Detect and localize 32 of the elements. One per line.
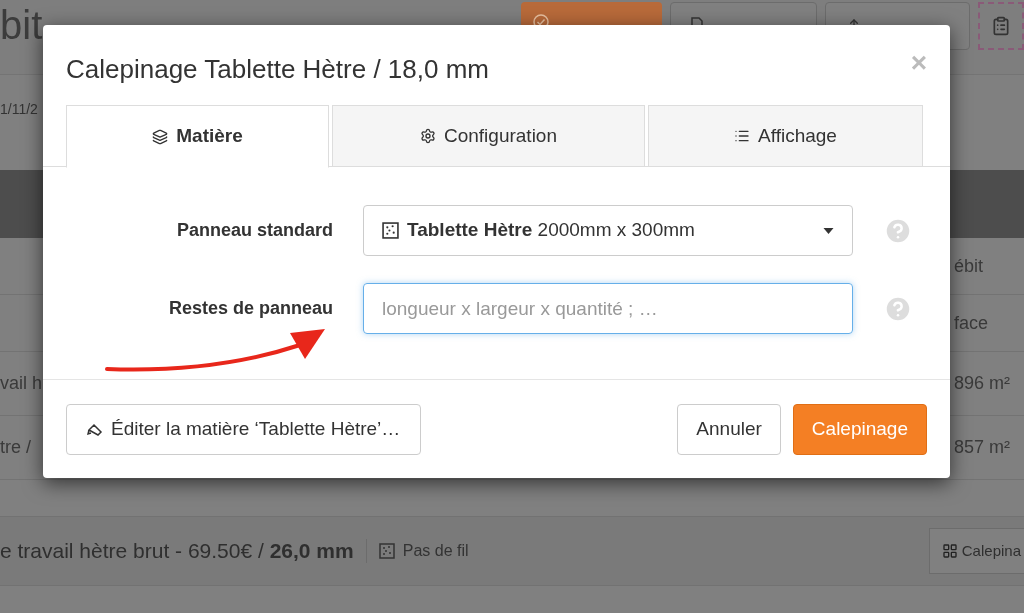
arrow-icon xyxy=(105,327,327,373)
caret-icon xyxy=(823,227,834,234)
dialog-title: Calepinage Tablette Hètre / 18,0 mm xyxy=(66,53,489,85)
cancel-button[interactable]: Annuler xyxy=(677,403,781,455)
material-title: e travail hètre brut - 69.50€ / 26,0 mm xyxy=(0,538,354,565)
column-label: ébit xyxy=(954,254,985,278)
tab[interactable]: Configuration xyxy=(332,105,645,167)
grid-icon xyxy=(941,543,958,559)
panel-select[interactable]: Tablette Hètre 2000mm x 300mm xyxy=(363,205,853,256)
select-value: Tablette Hètre 2000mm x 300mm xyxy=(407,218,695,243)
row-area: 857 m² xyxy=(954,434,1024,461)
row-name: vail h xyxy=(0,372,43,395)
column-label: face xyxy=(954,311,990,335)
tab[interactable]: Matière xyxy=(66,105,329,168)
grain-icon xyxy=(382,222,399,239)
brush-icon xyxy=(87,421,103,437)
clipboard-icon xyxy=(991,16,1011,36)
row-area: 896 m² xyxy=(954,370,1024,397)
clipboard-button[interactable] xyxy=(978,2,1024,50)
field-label: Panneau standard xyxy=(175,219,333,242)
page-title: bit xyxy=(0,2,43,49)
layers-icon xyxy=(152,128,169,145)
row-name: tre / xyxy=(0,436,31,459)
grain-label: Pas de fil xyxy=(402,541,469,561)
tab[interactable]: Affichage xyxy=(648,105,923,167)
settings-icon xyxy=(420,128,436,144)
input-field[interactable]: longueur x largeur x quantité ; … xyxy=(363,283,853,334)
field-label: Restes de panneau xyxy=(167,297,333,320)
list-icon xyxy=(734,128,751,144)
date-text: 1/11/2 xyxy=(0,101,38,117)
edit-material-button[interactable]: Éditer la matière ‘Tablette Hètre’… xyxy=(66,403,422,455)
grain-icon xyxy=(378,543,395,559)
